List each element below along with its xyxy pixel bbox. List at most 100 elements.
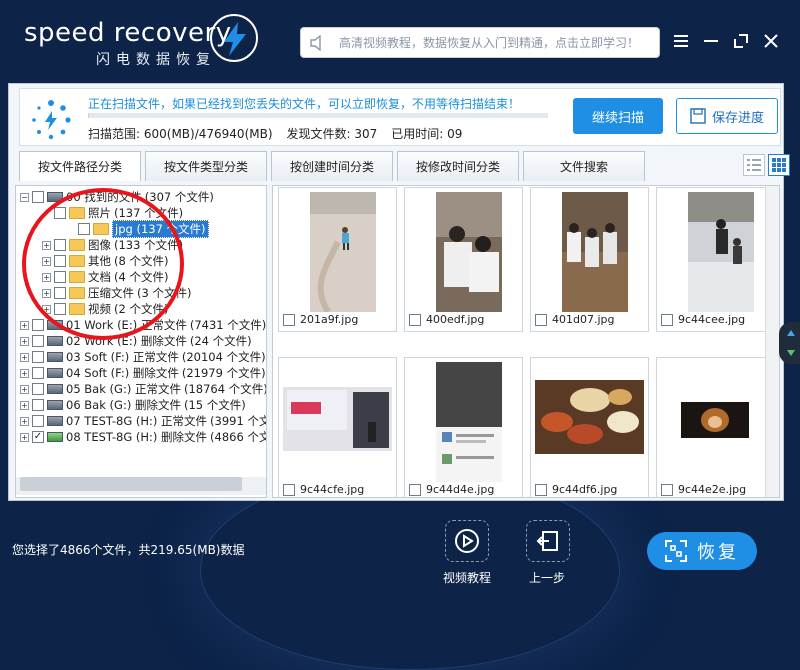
file-checkbox[interactable] <box>535 313 547 326</box>
scan-frame-icon <box>665 540 687 562</box>
tree-node-videos[interactable]: + 视频 (2 个文件) <box>42 301 168 317</box>
file-card[interactable]: 9c44e2e.jpg <box>656 357 775 497</box>
tree-checkbox-checked[interactable]: ✓ <box>32 431 44 443</box>
tutorial-search-bar[interactable]: 高清视频教程，数据恢复从入门到精通，点击立即学习！ <box>300 27 660 58</box>
expand-icon[interactable]: + <box>42 272 51 282</box>
tree-checkbox[interactable] <box>32 191 44 203</box>
tree-node-photos[interactable]: 照片 (137 个文件) <box>54 205 183 221</box>
previous-step-button[interactable] <box>526 520 570 562</box>
side-scroll-handle[interactable] <box>779 322 800 364</box>
tree-label: 视频 <box>88 302 111 316</box>
expand-icon[interactable]: + <box>20 320 29 330</box>
tree-node-images[interactable]: + 图像 (133 个文件) <box>42 237 183 253</box>
tree-node-documents[interactable]: + 文档 (4 个文件) <box>42 269 168 285</box>
file-name: 400edf.jpg <box>426 313 485 326</box>
tree-count: (137 个文件) <box>114 206 184 220</box>
menu-icon[interactable] <box>666 28 696 54</box>
file-card[interactable]: 401d07.jpg <box>530 187 649 332</box>
scrollbar-thumb[interactable] <box>20 477 242 491</box>
expand-icon[interactable]: + <box>42 288 51 298</box>
tree-node-found-files[interactable]: − 00 找到的文件 (307 个文件) <box>20 189 214 205</box>
tree-node-drive[interactable]: + 02 Work (E:) 删除文件 (24 个文件) <box>20 333 252 349</box>
tree-checkbox[interactable] <box>32 351 44 363</box>
tree-count: (133 个文件) <box>114 238 184 252</box>
file-checkbox[interactable] <box>661 313 673 326</box>
expand-icon[interactable]: + <box>20 416 29 426</box>
expand-icon[interactable]: + <box>20 400 29 410</box>
vertical-scrollbar[interactable] <box>765 186 779 497</box>
continue-scan-button[interactable]: 继续扫描 <box>573 98 663 134</box>
tree-checkbox[interactable] <box>32 319 44 331</box>
file-label: 400edf.jpg <box>409 313 484 326</box>
previous-step-label[interactable]: 上一步 <box>529 569 565 586</box>
tree-node-drive[interactable]: + 04 Soft (F:) 删除文件 (21979 个文件) <box>20 365 266 381</box>
tree-node-drive[interactable]: + 03 Soft (F:) 正常文件 (20104 个文件) <box>20 349 266 365</box>
file-card[interactable]: 400edf.jpg <box>404 187 523 332</box>
maximize-icon[interactable] <box>726 28 756 54</box>
close-icon[interactable] <box>756 28 786 54</box>
tree-count: (8 个文件) <box>114 254 169 268</box>
tree-node-other[interactable]: + 其他 (8 个文件) <box>42 253 168 269</box>
list-view-icon[interactable] <box>743 154 765 176</box>
tree-checkbox[interactable] <box>54 207 66 219</box>
video-tutorial-button[interactable] <box>445 520 489 562</box>
tree-label: 压缩文件 <box>88 286 134 300</box>
collapse-icon[interactable]: − <box>20 192 29 202</box>
expand-icon[interactable]: + <box>42 304 51 314</box>
tree-checkbox[interactable] <box>32 367 44 379</box>
file-card[interactable]: 9c44df6.jpg <box>530 357 649 497</box>
tree-node-drive[interactable]: + 06 Bak (G:) 删除文件 (15 个文件) <box>20 397 246 413</box>
tab-by-modified-time[interactable]: 按修改时间分类 <box>397 151 519 181</box>
file-checkbox[interactable] <box>409 483 421 496</box>
tree-checkbox[interactable] <box>78 223 90 235</box>
tree-checkbox[interactable] <box>54 255 66 267</box>
tree-checkbox[interactable] <box>32 335 44 347</box>
tree-node-archives[interactable]: + 压缩文件 (3 个文件) <box>42 285 191 301</box>
video-tutorial-label[interactable]: 视频教程 <box>443 569 491 586</box>
tree-label: 文档 <box>88 270 111 284</box>
horizontal-scrollbar[interactable] <box>16 477 266 495</box>
tree-count: (20104 个文件) <box>181 350 266 364</box>
file-checkbox[interactable] <box>283 313 295 326</box>
tree-node-drive[interactable]: + 07 TEST-8G (H:) 正常文件 (3991 个文件) <box>20 413 266 429</box>
expand-icon[interactable]: + <box>42 256 51 266</box>
expand-icon[interactable]: + <box>20 336 29 346</box>
tree-checkbox[interactable] <box>32 415 44 427</box>
file-card[interactable]: 9c44cee.jpg <box>656 187 775 332</box>
minimize-icon[interactable] <box>696 28 726 54</box>
grid-view-icon[interactable] <box>768 154 790 176</box>
scanning-spinner-icon <box>28 97 74 143</box>
file-name: 9c44cee.jpg <box>678 313 746 326</box>
save-progress-button[interactable]: 保存进度 <box>676 98 778 134</box>
file-card[interactable]: 9c44d4e.jpg <box>404 357 523 497</box>
expand-icon[interactable]: + <box>20 352 29 362</box>
tree-node-jpg[interactable]: jpg (137 个文件) <box>78 220 209 238</box>
recover-button[interactable]: 恢复 <box>647 532 757 570</box>
tree-node-drive-checked[interactable]: + ✓ 08 TEST-8G (H:) 删除文件 (4866 个文件) <box>20 429 266 445</box>
tab-by-type[interactable]: 按文件类型分类 <box>145 151 267 181</box>
file-checkbox[interactable] <box>283 483 295 496</box>
tab-by-created-time[interactable]: 按创建时间分类 <box>271 151 393 181</box>
file-checkbox[interactable] <box>661 483 673 496</box>
tree-checkbox[interactable] <box>32 399 44 411</box>
expand-icon[interactable]: + <box>42 240 51 250</box>
tree-checkbox[interactable] <box>54 239 66 251</box>
tab-file-search[interactable]: 文件搜索 <box>523 151 645 181</box>
tree-label: 其他 <box>88 254 111 268</box>
expand-icon[interactable]: + <box>20 368 29 378</box>
tree-checkbox[interactable] <box>32 383 44 395</box>
tree-node-drive[interactable]: + 01 Work (E:) 正常文件 (7431 个文件) <box>20 317 266 333</box>
tab-by-path[interactable]: 按文件路径分类 <box>19 151 141 181</box>
tree-label: 02 Work (E:) 删除文件 <box>66 334 187 348</box>
expand-icon[interactable]: + <box>20 384 29 394</box>
file-card[interactable]: 201a9f.jpg <box>278 187 397 332</box>
tree-checkbox[interactable] <box>54 287 66 299</box>
tree-node-drive[interactable]: + 05 Bak (G:) 正常文件 (18764 个文件) <box>20 381 266 397</box>
thumbnail-image <box>535 362 644 482</box>
file-checkbox[interactable] <box>409 313 421 326</box>
tree-checkbox[interactable] <box>54 303 66 315</box>
expand-icon[interactable]: + <box>20 432 29 442</box>
tree-checkbox[interactable] <box>54 271 66 283</box>
file-card[interactable]: 9c44cfe.jpg <box>278 357 397 497</box>
file-checkbox[interactable] <box>535 483 547 496</box>
